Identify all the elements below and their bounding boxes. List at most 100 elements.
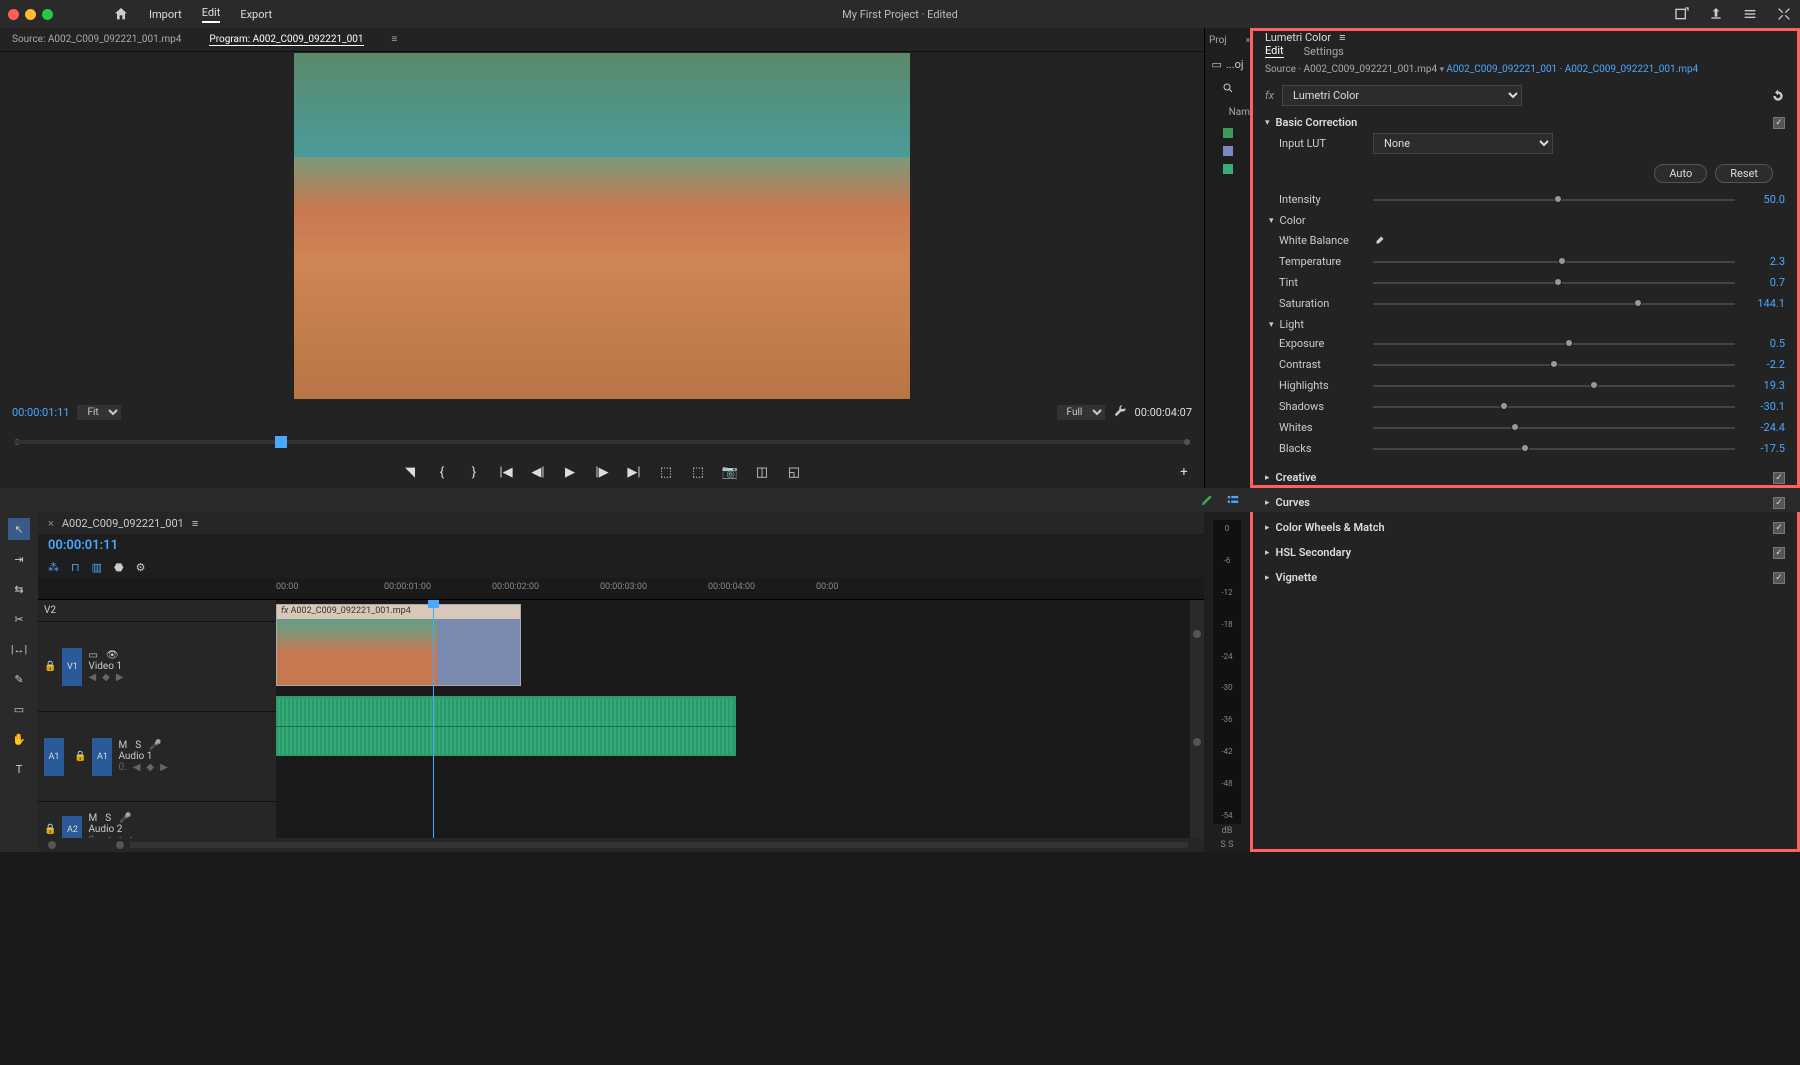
- track-a2-target[interactable]: A2: [62, 816, 82, 839]
- go-to-out-icon[interactable]: ▶|: [626, 464, 642, 480]
- blacks-slider[interactable]: [1373, 448, 1735, 450]
- minimize-window-icon[interactable]: [25, 9, 36, 20]
- step-back-icon[interactable]: ◀|: [530, 464, 546, 480]
- sequence-tab[interactable]: A002_C009_092221_001: [62, 517, 184, 530]
- temperature-slider[interactable]: [1373, 261, 1735, 263]
- curves-checkbox[interactable]: ✓: [1773, 497, 1785, 509]
- wheels-checkbox[interactable]: ✓: [1773, 522, 1785, 534]
- highlights-value[interactable]: 19.3: [1745, 379, 1785, 392]
- shadows-value[interactable]: -30.1: [1745, 400, 1785, 413]
- section-curves[interactable]: ▸Curves✓: [1265, 496, 1785, 509]
- blacks-value[interactable]: -17.5: [1745, 442, 1785, 455]
- section-vignette[interactable]: ▸Vignette✓: [1265, 571, 1785, 584]
- creative-checkbox[interactable]: ✓: [1773, 472, 1785, 484]
- lift-icon[interactable]: ⬚: [658, 464, 674, 480]
- resolution-select[interactable]: Full: [1057, 405, 1105, 420]
- type-tool-icon[interactable]: T: [8, 758, 30, 780]
- color-subsection[interactable]: ▾Color: [1265, 210, 1785, 229]
- sequence-menu-icon[interactable]: ≡: [192, 517, 198, 530]
- pen-tool-icon[interactable]: [1200, 493, 1214, 507]
- comparison-view-icon[interactable]: ◫: [754, 464, 770, 480]
- auto-button[interactable]: Auto: [1654, 164, 1707, 183]
- menu-edit[interactable]: Edit: [202, 6, 221, 23]
- meter-solo-label[interactable]: S S: [1219, 838, 1236, 852]
- effect-name-select[interactable]: Lumetri Color: [1282, 85, 1522, 106]
- section-creative[interactable]: ▸Creative✓: [1265, 471, 1785, 484]
- track-mute-icon[interactable]: M: [118, 740, 127, 751]
- saturation-value[interactable]: 144.1: [1745, 297, 1785, 310]
- label-swatch-green[interactable]: [1223, 128, 1233, 138]
- timeline-track-area[interactable]: fx A002_C009_092221_001.mp4: [276, 600, 1190, 838]
- lumetri-tab-settings[interactable]: Settings: [1304, 45, 1344, 58]
- exposure-value[interactable]: 0.5: [1745, 337, 1785, 350]
- intensity-slider[interactable]: [1373, 199, 1735, 201]
- track-lock-icon[interactable]: 🔒: [74, 751, 86, 762]
- eyedropper-icon[interactable]: [1373, 233, 1387, 247]
- zoom-select[interactable]: Fit: [77, 405, 121, 420]
- temperature-value[interactable]: 2.3: [1745, 255, 1785, 268]
- contrast-slider[interactable]: [1373, 364, 1735, 366]
- light-subsection[interactable]: ▾Light: [1265, 314, 1785, 333]
- whites-slider[interactable]: [1373, 427, 1735, 429]
- tint-slider[interactable]: [1373, 282, 1735, 284]
- export-frame-icon[interactable]: 📷: [722, 464, 738, 480]
- go-to-in-icon[interactable]: |◀: [498, 464, 514, 480]
- button-editor-icon[interactable]: +: [1176, 464, 1192, 480]
- menu-export[interactable]: Export: [240, 8, 272, 21]
- snap-icon[interactable]: ⊓: [71, 561, 80, 574]
- lumetri-clip-link[interactable]: A002_C009_092221_001.mp4: [1565, 64, 1699, 75]
- project-tab-label[interactable]: Proj: [1209, 35, 1227, 46]
- track-lock-icon[interactable]: 🔒: [44, 661, 56, 672]
- settings-icon[interactable]: ⚙: [136, 561, 146, 574]
- timeline-ruler[interactable]: 00:00 00:00:01:00 00:00:02:00 00:00:03:0…: [276, 578, 1204, 599]
- play-icon[interactable]: ▶: [562, 464, 578, 480]
- section-hsl-secondary[interactable]: ▸HSL Secondary✓: [1265, 546, 1785, 559]
- hsl-checkbox[interactable]: ✓: [1773, 547, 1785, 559]
- timeline-timecode[interactable]: 00:00:01:11: [48, 538, 118, 553]
- wrench-icon[interactable]: [1113, 405, 1127, 419]
- timeline-horizontal-scrollbar[interactable]: [130, 842, 1188, 848]
- extract-icon[interactable]: ⬚: [690, 464, 706, 480]
- lumetri-tab-edit[interactable]: Edit: [1265, 44, 1284, 58]
- lumetri-sequence-link[interactable]: A002_C009_092221_001: [1446, 64, 1557, 75]
- track-voice-icon[interactable]: 🎤: [149, 740, 161, 751]
- insert-mode-icon[interactable]: ⁂: [48, 561, 59, 574]
- saturation-slider[interactable]: [1373, 303, 1735, 305]
- marker-icon[interactable]: ⬣: [114, 561, 124, 574]
- intensity-value[interactable]: 50.0: [1745, 193, 1785, 206]
- label-swatch-blue[interactable]: [1223, 146, 1233, 156]
- highlights-slider[interactable]: [1373, 385, 1735, 387]
- contrast-value[interactable]: -2.2: [1745, 358, 1785, 371]
- program-monitor-tab[interactable]: Program: A002_C009_092221_001: [209, 34, 363, 46]
- program-scrub-bar[interactable]: [0, 424, 1204, 456]
- hand-tool-icon[interactable]: ✋: [8, 728, 30, 750]
- timeline-zoom-handle[interactable]: [116, 841, 124, 849]
- ripple-edit-tool-icon[interactable]: ⇆: [8, 578, 30, 600]
- list-view-icon[interactable]: [1226, 493, 1240, 507]
- menu-import[interactable]: Import: [149, 8, 182, 21]
- search-icon[interactable]: [1222, 82, 1234, 94]
- audio-clip-a1[interactable]: [276, 696, 736, 756]
- selection-tool-icon[interactable]: ↖: [8, 518, 30, 540]
- source-monitor-tab[interactable]: Source: A002_C009_092221_001.mp4: [12, 34, 181, 45]
- track-voice-icon[interactable]: 🎤: [119, 813, 131, 824]
- track-visibility-icon[interactable]: 👁: [106, 650, 119, 661]
- step-forward-icon[interactable]: |▶: [594, 464, 610, 480]
- track-lock-icon[interactable]: 🔒: [44, 824, 56, 835]
- reset-effect-icon[interactable]: [1771, 89, 1785, 103]
- track-output-icon[interactable]: ▭: [88, 650, 97, 661]
- linked-selection-icon[interactable]: ▥: [92, 561, 102, 574]
- maximize-window-icon[interactable]: [42, 9, 53, 20]
- mark-out-icon[interactable]: {: [434, 464, 450, 480]
- whites-value[interactable]: -24.4: [1745, 421, 1785, 434]
- rectangle-tool-icon[interactable]: ▭: [8, 698, 30, 720]
- track-a1-source[interactable]: A1: [44, 738, 64, 776]
- input-lut-select[interactable]: None: [1373, 133, 1553, 154]
- program-timecode-in[interactable]: 00:00:01:11: [12, 406, 69, 419]
- home-icon[interactable]: [113, 6, 129, 22]
- mark-clip-icon[interactable]: }: [466, 464, 482, 480]
- project-panel-collapsed[interactable]: Proj» ▭...oj Nam: [1204, 28, 1250, 488]
- fullscreen-icon[interactable]: [1776, 6, 1792, 22]
- track-select-tool-icon[interactable]: ⇥: [8, 548, 30, 570]
- playhead-handle[interactable]: [275, 436, 287, 448]
